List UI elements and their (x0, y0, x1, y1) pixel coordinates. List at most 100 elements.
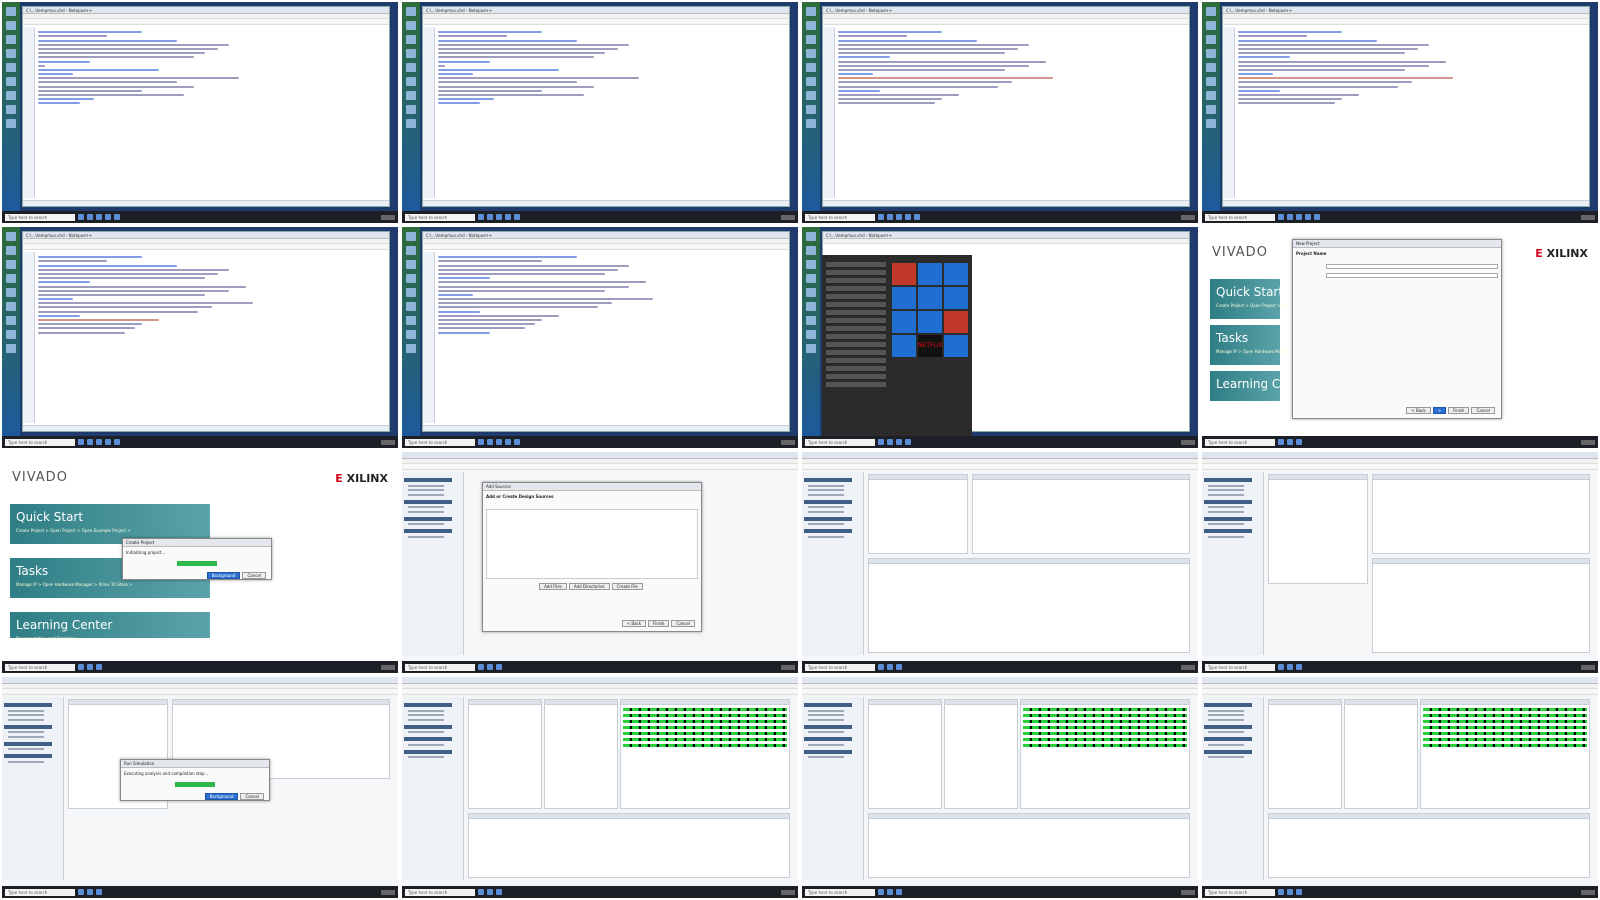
taskbar-search[interactable]: Type here to search (405, 663, 475, 671)
tile-skype[interactable] (892, 335, 916, 357)
file-list[interactable] (486, 509, 698, 579)
tile-office[interactable] (892, 263, 916, 285)
taskbar-search[interactable]: Type here to search (5, 213, 75, 221)
nav-item[interactable] (408, 535, 444, 538)
app-icon[interactable] (87, 214, 93, 220)
nav-item[interactable] (808, 718, 844, 721)
tile-solitaire[interactable] (918, 311, 942, 333)
nav-item[interactable] (1208, 523, 1244, 525)
app-icon[interactable] (478, 214, 484, 220)
add-directories-button[interactable]: Add Directories (568, 583, 610, 590)
tool-bar[interactable] (802, 689, 1198, 695)
taskbar-search[interactable]: Type here to search (405, 438, 475, 446)
nav-item[interactable] (408, 493, 444, 496)
scope-pane[interactable] (868, 699, 942, 809)
app-icon[interactable] (478, 664, 484, 670)
app-icon[interactable] (887, 889, 893, 895)
taskbar-search[interactable]: Type here to search (805, 213, 875, 221)
nav-item[interactable] (808, 731, 844, 733)
menu-bar[interactable] (823, 239, 1189, 244)
app-icon[interactable] (87, 664, 93, 670)
app-icon[interactable] (87, 889, 93, 895)
taskbar-search[interactable]: Type here to search (405, 213, 475, 221)
back-button[interactable]: < Back (1406, 407, 1431, 414)
app-icon[interactable] (887, 214, 893, 220)
design-runs-pane[interactable] (868, 558, 1190, 653)
app-icon[interactable] (487, 664, 493, 670)
tile-edge[interactable] (892, 287, 916, 309)
finish-button[interactable]: Finish (1448, 407, 1470, 414)
app-icon[interactable] (496, 889, 502, 895)
code-editor[interactable] (838, 29, 1185, 196)
taskbar-search[interactable]: Type here to search (805, 663, 875, 671)
app-icon[interactable] (1305, 214, 1311, 220)
nav-item[interactable] (808, 743, 844, 746)
project-summary-pane[interactable] (972, 474, 1190, 554)
taskbar-search[interactable]: Type here to search (1205, 438, 1275, 446)
flow-navigator[interactable] (802, 697, 864, 880)
tool-bar[interactable] (423, 244, 789, 250)
nav-item[interactable] (808, 484, 844, 487)
app-icon[interactable] (96, 439, 102, 445)
app-icon[interactable] (478, 889, 484, 895)
app-icon[interactable] (514, 439, 520, 445)
app-icon[interactable] (1287, 439, 1293, 445)
nav-item[interactable] (8, 718, 44, 721)
taskbar-search[interactable]: Type here to search (805, 438, 875, 446)
scope-pane[interactable] (468, 699, 542, 809)
taskbar-search[interactable]: Type here to search (405, 888, 475, 896)
app-icon[interactable] (905, 439, 911, 445)
tile-check[interactable] (944, 287, 968, 309)
app-icon[interactable] (496, 664, 502, 670)
start-menu[interactable]: NETFLIX (822, 255, 972, 436)
app-icon[interactable] (1278, 439, 1284, 445)
nav-item[interactable] (408, 484, 444, 487)
nav-item[interactable] (1208, 510, 1244, 513)
flow-navigator[interactable] (1202, 472, 1264, 655)
finish-button[interactable]: Finish (648, 620, 670, 627)
tool-bar[interactable] (23, 244, 389, 250)
project-summary-pane[interactable] (1372, 474, 1590, 554)
flow-navigator[interactable] (1202, 697, 1264, 880)
nav-item[interactable] (808, 489, 844, 491)
flow-navigator[interactable] (2, 697, 64, 880)
run-simulation-dialog[interactable]: Run Simulation Executing analysis and co… (120, 759, 270, 801)
app-icon[interactable] (896, 664, 902, 670)
waveform-pane[interactable] (1020, 699, 1190, 809)
back-button[interactable]: < Back (621, 620, 647, 627)
app-icon[interactable] (78, 439, 84, 445)
nav-item[interactable] (1208, 731, 1244, 733)
tool-bar[interactable] (402, 689, 798, 695)
app-icon[interactable] (496, 214, 502, 220)
nav-item[interactable] (408, 489, 444, 491)
objects-pane[interactable] (944, 699, 1018, 809)
tcl-console-pane[interactable] (468, 813, 790, 878)
app-icon[interactable] (487, 214, 493, 220)
flow-navigator[interactable] (402, 472, 464, 655)
tool-bar[interactable] (1202, 464, 1598, 470)
app-icon[interactable] (505, 439, 511, 445)
app-icon[interactable] (1296, 439, 1302, 445)
tile-media[interactable] (944, 311, 968, 333)
create-file-button[interactable]: Create File (611, 583, 643, 590)
code-editor[interactable] (1238, 29, 1585, 196)
nav-item[interactable] (808, 493, 844, 496)
quick-start-links[interactable]: Create Project > Open Project > Open Exa… (1216, 303, 1331, 308)
taskbar-search[interactable]: Type here to search (1205, 888, 1275, 896)
taskbar-search[interactable]: Type here to search (5, 663, 75, 671)
app-list[interactable] (826, 259, 886, 390)
nav-item[interactable] (8, 760, 44, 763)
quick-start-links[interactable]: Create Project > Open Project > Open Exa… (16, 528, 204, 533)
app-icon[interactable] (487, 889, 493, 895)
app-icon[interactable] (878, 664, 884, 670)
tile-store[interactable] (944, 263, 968, 285)
app-icon[interactable] (878, 889, 884, 895)
nav-item[interactable] (1208, 743, 1244, 746)
learning-center-panel[interactable]: Learning Center (1210, 371, 1312, 401)
cancel-button[interactable]: Cancel (240, 793, 264, 800)
new-project-dialog[interactable]: New Project Project Name < Back > Finish Ca… (1292, 239, 1502, 419)
app-icon[interactable] (496, 439, 502, 445)
app-icon[interactable] (1278, 889, 1284, 895)
app-icon[interactable] (1296, 664, 1302, 670)
background-button[interactable]: Background (204, 793, 239, 800)
